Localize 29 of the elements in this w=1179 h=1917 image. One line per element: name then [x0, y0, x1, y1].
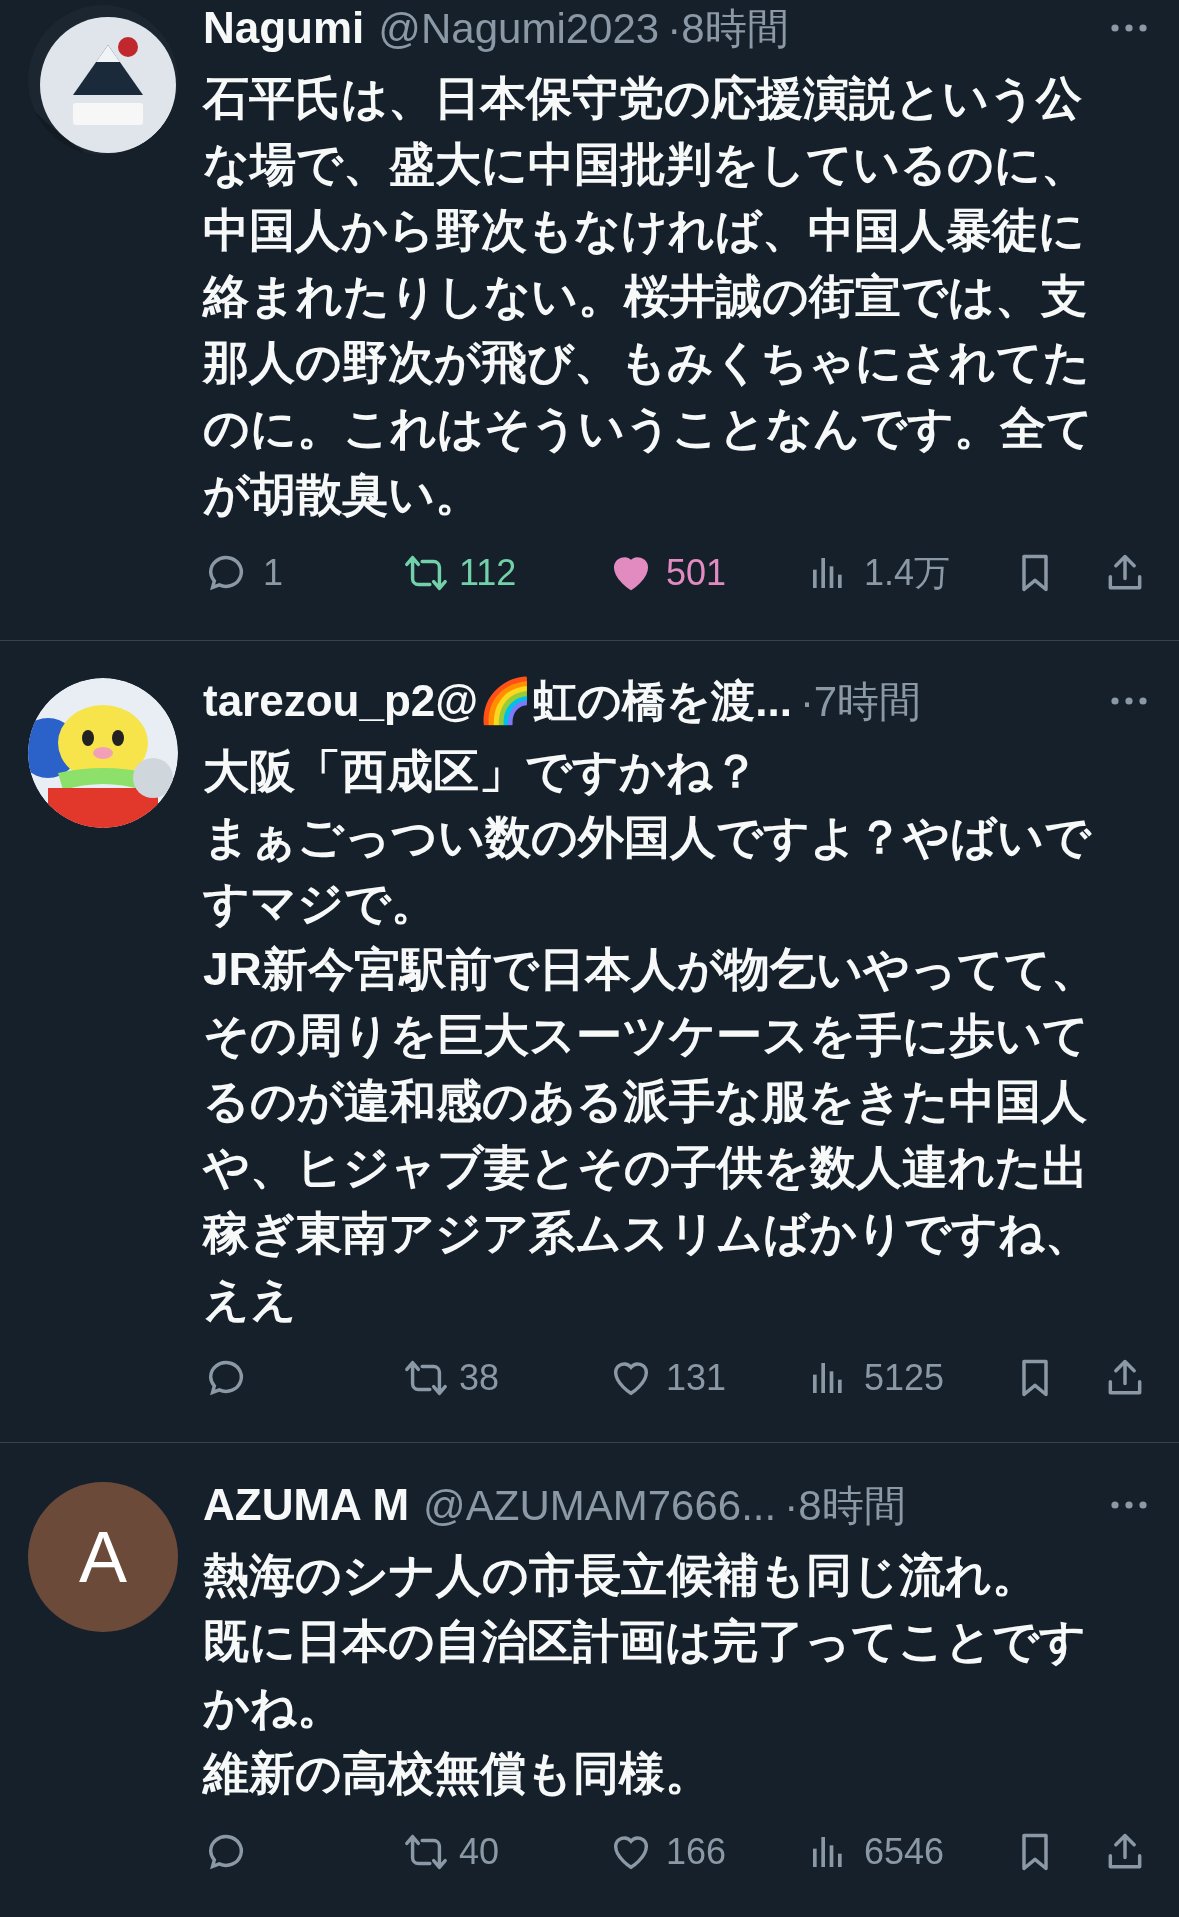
user-handle: @Nagumi2023 [378, 3, 660, 54]
post-time: ·8時間 [667, 3, 789, 54]
repost-button[interactable]: 38 [403, 1351, 608, 1405]
more-icon[interactable] [1109, 22, 1149, 34]
user-handle: @AZUMAM7666... [423, 1480, 777, 1531]
post-text: 熱海のシナ人の市長立候補も同じ流れ。 [203, 1548, 1039, 1603]
views-button[interactable]: 6546 [808, 1825, 1013, 1879]
reply-button[interactable]: 1 [203, 546, 403, 600]
post-text: JR新今宮駅前で日本人が物乞いやってて、その周りを巨大スーツケースを手に歩いてるのが違和感のある派手な服をきた中国人や、ヒジャブ妻とその子供を数人連れた出稼ぎ東南アジア系ムスリムばかりですね、ええ [203, 942, 1098, 1327]
user-name[interactable]: tarezou_p2@🌈虹の橋を渡... [203, 668, 792, 734]
post-text: 維新の高校無償も同様。 [203, 1746, 712, 1801]
post-text: 大阪「西成区」ですかね？ [203, 744, 760, 799]
post-time: ·7時間 [799, 676, 922, 727]
repost-button[interactable]: 40 [403, 1825, 608, 1879]
repost-button[interactable]: 112 [403, 546, 608, 600]
views-button[interactable]: 1.4万 [808, 546, 1013, 600]
post-time: ·8時間 [784, 1480, 906, 1531]
post-text: 既に日本の自治区計画は完了ってことですかね。 [203, 1614, 1087, 1735]
user-name[interactable]: AZUMA M [203, 1472, 410, 1538]
like-button[interactable]: 166 [608, 1825, 808, 1879]
post-text: 石平氏は、日本保守党の応援演説という公な場で、盛大に中国批判をしているのに、中国人から野次もなければ、中国人暴徒に絡まれたりしない。桜井誠の街宣では、支那人の野次が飛び、もみくちゃにされてたのに。これはそういうことなんです。全てが胡散臭い。 [203, 71, 1094, 522]
more-icon[interactable] [1109, 1499, 1149, 1511]
views-button[interactable]: 5125 [808, 1351, 1013, 1405]
post-text: まぁごっつい数の外国人ですよ？やばいですマジで。 [203, 810, 1093, 931]
like-button[interactable]: 501 [608, 546, 808, 600]
more-icon[interactable] [1109, 695, 1149, 707]
user-name[interactable]: Nagumi [203, 0, 365, 61]
avatar[interactable]: A [28, 1482, 178, 1632]
like-button[interactable]: 131 [608, 1351, 808, 1405]
